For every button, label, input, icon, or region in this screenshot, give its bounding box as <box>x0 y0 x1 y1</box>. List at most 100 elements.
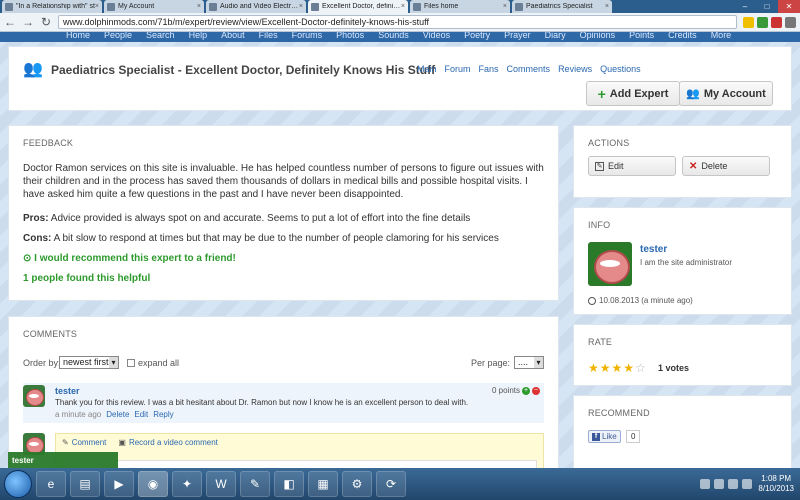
close-tab-icon[interactable]: × <box>605 3 609 10</box>
vote-up-icon[interactable]: + <box>522 386 530 395</box>
browser-tab-active[interactable]: Excellent Doctor, definitely × <box>308 0 408 13</box>
tray-icon[interactable] <box>742 479 753 489</box>
star-icon[interactable]: ☆ <box>635 361 646 375</box>
star-rating[interactable]: ★ ★ ★ ★ ☆ <box>588 361 646 375</box>
facebook-like-button[interactable]: f Like <box>588 430 621 443</box>
comment-tab[interactable]: ✎ Comment <box>62 438 106 447</box>
video-comment-tab[interactable]: ▣ Record a video comment <box>118 438 218 447</box>
taskbar-clock[interactable]: 1:08 PM 8/10/2013 <box>758 474 794 494</box>
like-count: 0 <box>626 430 641 443</box>
system-tray: 1:08 PM 8/10/2013 <box>700 468 794 500</box>
nav-link[interactable]: Credits <box>668 32 697 42</box>
recommend-panel: RECOMMEND f Like 0 <box>573 395 792 468</box>
delete-comment-link[interactable]: Delete <box>106 410 129 419</box>
expand-all-toggle[interactable]: expand all <box>127 358 179 368</box>
delete-button[interactable]: ✕ Delete <box>682 156 770 176</box>
nav-link[interactable]: Opinions <box>580 32 616 42</box>
subnav-fans[interactable]: Fans <box>479 64 499 74</box>
nav-link[interactable]: Help <box>189 32 208 42</box>
nav-link[interactable]: Photos <box>336 32 364 42</box>
menu-icon[interactable] <box>785 16 796 28</box>
browser-tab[interactable]: "In a Relationship with" st × <box>2 0 102 13</box>
close-tab-icon[interactable]: × <box>95 3 99 10</box>
star-icon[interactable]: ★ <box>588 361 599 375</box>
nav-link[interactable]: About <box>221 32 245 42</box>
comment-textarea[interactable] <box>62 460 537 468</box>
bottom-user-bar[interactable]: tester <box>8 452 118 468</box>
vote-down-icon[interactable]: − <box>532 386 540 395</box>
browser-tab[interactable]: Paediatrics Specialist × <box>512 0 612 13</box>
app-taskbar-icon[interactable]: ⚙ <box>342 471 372 497</box>
window-close-icon[interactable]: ✕ <box>778 0 800 13</box>
info-name[interactable]: tester <box>640 244 667 255</box>
subnav-questions[interactable]: Questions <box>600 64 641 74</box>
info-date: 10.08.2013 (a minute ago) <box>588 296 693 305</box>
browser-tab[interactable]: Files home × <box>410 0 510 13</box>
avatar[interactable] <box>23 385 45 407</box>
subnav-reviews[interactable]: Reviews <box>558 64 592 74</box>
nav-link[interactable]: Videos <box>423 32 450 42</box>
add-expert-button[interactable]: + Add Expert <box>586 81 680 106</box>
subnav-comments[interactable]: Comments <box>507 64 551 74</box>
maximize-icon[interactable]: □ <box>756 0 778 13</box>
tray-icon[interactable] <box>714 479 725 489</box>
reply-comment-link[interactable]: Reply <box>153 410 173 419</box>
ie-taskbar-icon[interactable]: e <box>36 471 66 497</box>
nav-link[interactable]: Points <box>629 32 654 42</box>
tray-icon[interactable] <box>728 479 739 489</box>
user-group-icon: 👥 <box>686 88 700 100</box>
checkbox[interactable] <box>127 359 135 367</box>
app-taskbar-icon[interactable]: ⟳ <box>376 471 406 497</box>
browser-tab[interactable]: My Account × <box>104 0 204 13</box>
my-account-button[interactable]: 👥 My Account <box>679 81 773 106</box>
reload-icon[interactable]: ↻ <box>40 15 52 29</box>
app-taskbar-icon[interactable]: ✎ <box>240 471 270 497</box>
app-taskbar-icon[interactable]: W <box>206 471 236 497</box>
subnav-forum[interactable]: Forum <box>445 64 471 74</box>
nav-link[interactable]: Prayer <box>504 32 531 42</box>
edit-comment-link[interactable]: Edit <box>134 410 148 419</box>
star-icon[interactable]: ★ <box>623 361 634 375</box>
bookmark-star-icon[interactable] <box>743 16 754 28</box>
browser-tab[interactable]: Audio and Video Electronic × <box>206 0 306 13</box>
nav-link[interactable]: Home <box>66 32 90 42</box>
nav-link[interactable]: Sounds <box>378 32 409 42</box>
back-icon[interactable]: ← <box>4 15 16 29</box>
votes-count: 1 votes <box>658 363 690 373</box>
order-by-select[interactable]: newest first <box>59 356 119 369</box>
chrome-taskbar-icon[interactable]: ◉ <box>138 471 168 497</box>
per-page-select[interactable]: .... <box>514 356 544 369</box>
extension-icon[interactable] <box>771 16 782 28</box>
tab-title: Paediatrics Specialist <box>526 3 593 10</box>
nav-link[interactable]: More <box>711 32 732 42</box>
browser-tabbar: "In a Relationship with" st × My Account ×… <box>0 0 800 13</box>
nav-link[interactable]: Files <box>259 32 278 42</box>
close-tab-icon[interactable]: × <box>503 3 507 10</box>
start-button[interactable] <box>4 470 32 498</box>
minimize-icon[interactable]: – <box>734 0 756 13</box>
forward-icon[interactable]: → <box>22 15 34 29</box>
close-tab-icon[interactable]: × <box>197 3 201 10</box>
comment-author[interactable]: tester <box>55 386 80 396</box>
explorer-taskbar-icon[interactable]: ▤ <box>70 471 100 497</box>
close-tab-icon[interactable]: × <box>299 3 303 10</box>
close-tab-icon[interactable]: × <box>401 3 405 10</box>
nav-link[interactable]: Forums <box>292 32 323 42</box>
recommend-line: ⊙ I would recommend this expert to a fri… <box>23 252 544 265</box>
nav-link[interactable]: Search <box>146 32 175 42</box>
nav-link[interactable]: Poetry <box>464 32 490 42</box>
edit-button[interactable]: ✎ Edit <box>588 156 676 176</box>
app-taskbar-icon[interactable]: ◧ <box>274 471 304 497</box>
url-input[interactable]: www.dolphinmods.com/71b/m/expert/review/… <box>58 15 737 29</box>
avatar[interactable] <box>588 242 632 286</box>
star-icon[interactable]: ★ <box>600 361 611 375</box>
app-taskbar-icon[interactable]: ▦ <box>308 471 338 497</box>
star-icon[interactable]: ★ <box>612 361 623 375</box>
subnav-main[interactable]: Main <box>417 64 437 74</box>
nav-link[interactable]: People <box>104 32 132 42</box>
extension-icon[interactable] <box>757 16 768 28</box>
media-player-taskbar-icon[interactable]: ▶ <box>104 471 134 497</box>
nav-link[interactable]: Diary <box>545 32 566 42</box>
tray-icon[interactable] <box>700 479 711 489</box>
app-taskbar-icon[interactable]: ✦ <box>172 471 202 497</box>
